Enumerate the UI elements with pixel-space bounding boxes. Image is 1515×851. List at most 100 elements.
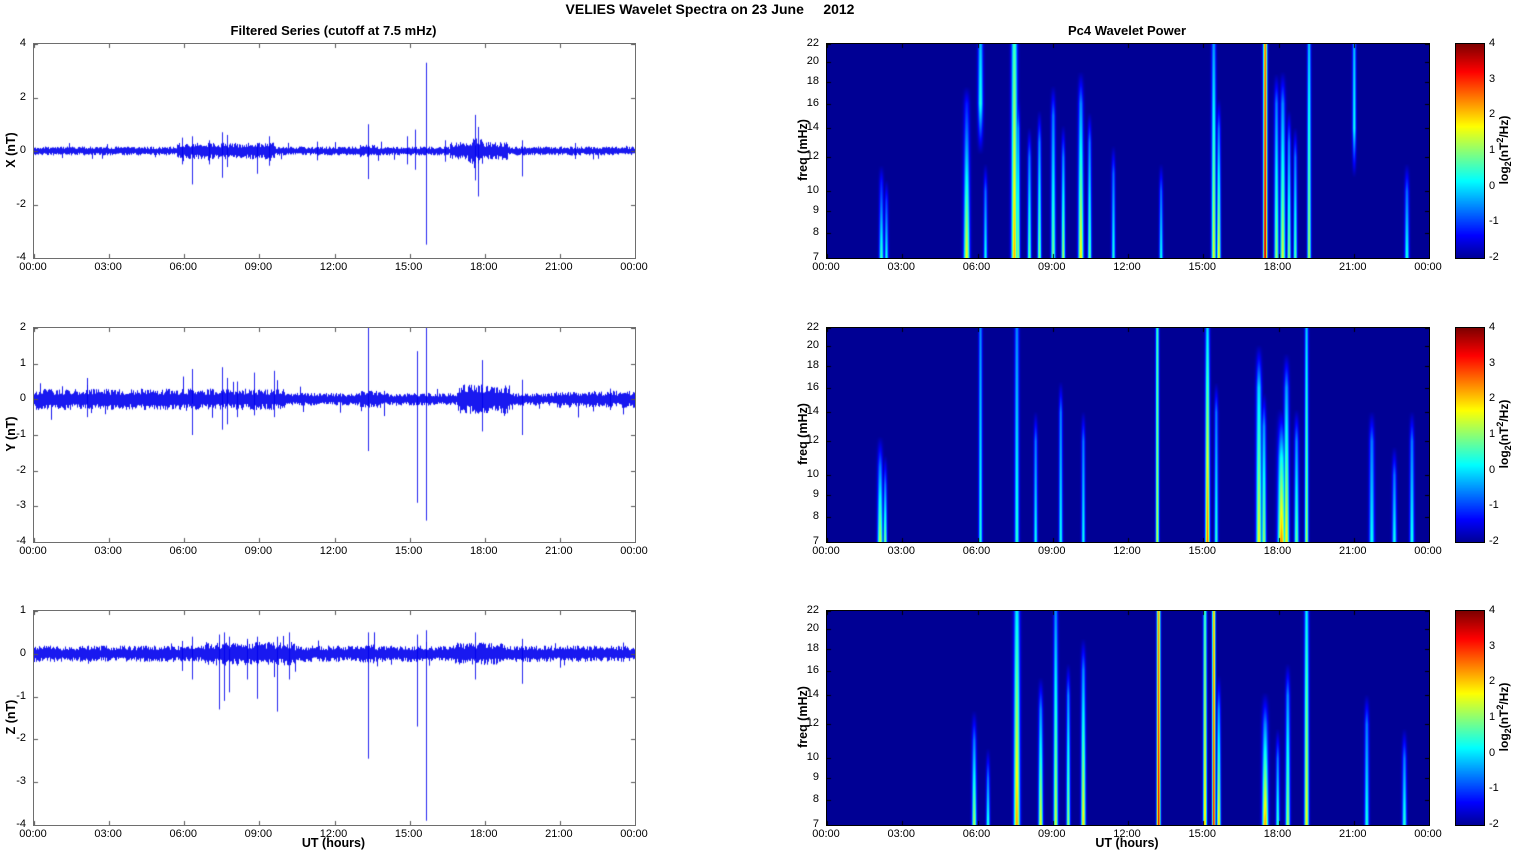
x-tick-label: 00:00 [620,828,648,840]
y-tick-label: 2 [19,90,26,103]
colorbar-tick-label: 3 [1489,639,1496,652]
freq-tick-label: 8 [812,226,819,239]
x-tick-label: 09:00 [244,828,273,840]
x-tick-label: 18:00 [1263,545,1292,557]
x-tick-label: 15:00 [394,261,423,273]
colorbar-tick-label: -1 [1489,499,1499,512]
y-tick-label: 4 [19,37,26,49]
colorbar-tick-label: 0 [1489,463,1496,476]
colorbar-tick-label: 2 [1489,675,1496,688]
freq-tick-label: 22 [806,604,819,616]
colorbar-tick-label: 3 [1489,356,1496,369]
x-tick-label: 09:00 [1037,545,1066,557]
y-tick-label: 2 [19,321,26,333]
x-tick-label: 09:00 [1037,261,1066,273]
spectrogram-z-canvas [827,611,1429,825]
x-tick-label: 00:00 [1414,261,1442,273]
y-tick-label: 0 [19,144,26,156]
x-tick-label: 06:00 [169,261,198,273]
x-tick-label: 12:00 [1113,261,1141,273]
colorbar-tick-label: -2 [1489,818,1499,830]
y-tick-label: -4 [16,818,26,830]
x-tick-label: 03:00 [94,545,122,557]
x-tick-label: 00:00 [620,545,648,557]
colorbar-tick-label: 2 [1489,392,1496,405]
colorbar-tick-label: 1 [1489,144,1496,156]
freq-tick-label: 9 [812,204,819,217]
freq-tick-label: 9 [812,771,819,784]
figure-title: VELIES Wavelet Spectra on 23 June 2012 [565,1,855,17]
colorbar-tick-label: -2 [1489,251,1499,263]
colorbar-label-3: log2(nT2/Hz) [1494,682,1514,752]
x-tick-label: 18:00 [1263,828,1292,840]
left-column-title: Filtered Series (cutoff at 7.5 mHz) [230,23,437,38]
colorbar-tick-label: 0 [1489,179,1496,192]
spectrogram-panel-x [826,43,1430,259]
freq-tick-label: 12 [806,434,819,447]
x-tick-label: 03:00 [887,261,916,273]
x-tick-label: 18:00 [1263,261,1292,273]
y-tick-label: -4 [16,535,26,547]
y-tick-label: 0 [19,392,26,405]
y-tick-label: -3 [16,499,26,512]
colorbar-z [1455,610,1485,826]
freq-tick-label: 14 [806,121,819,134]
timeseries-y-canvas [34,328,635,542]
colorbar-y-canvas [1456,328,1484,542]
colorbar-tick-label: 3 [1489,72,1496,85]
colorbar-tick-label: 4 [1489,604,1496,616]
wavelet-spectra-figure: VELIES Wavelet Spectra on 23 June 2012 F… [0,0,1515,851]
x-tick-label: 09:00 [244,261,273,273]
colorbar-tick-label: 1 [1489,711,1496,723]
x-tick-label: 12:00 [319,261,348,273]
colorbar-y [1455,327,1485,543]
y-tick-label: -2 [16,463,26,476]
freq-tick-label: 16 [806,663,819,676]
colorbar-z-canvas [1456,611,1484,825]
freq-tick-label: 18 [806,74,819,87]
x-tick-label: 12:00 [1113,828,1141,840]
spectrogram-x-canvas [827,44,1429,258]
right-column-title: Pc4 Wavelet Power [1067,23,1186,38]
y-tick-label: -4 [16,251,26,263]
timeseries-x-canvas [34,44,635,258]
x-tick-label: 00:00 [1414,828,1442,840]
timeseries-z-canvas [34,611,635,825]
x-tick-label: 06:00 [962,261,991,273]
spectrogram-panel-y [826,327,1430,543]
x-tick-label: 15:00 [1188,545,1217,557]
spectrogram-y-canvas [827,328,1429,542]
colorbar-label-2: log2(nT2/Hz) [1494,399,1514,469]
x-tick-label: 21:00 [545,828,573,840]
freq-tick-label: 7 [812,251,819,263]
freq-tick-label: 18 [806,358,819,371]
x-tick-label: 06:00 [962,545,991,557]
freq-tick-label: 12 [806,717,819,730]
x-tick-label: 12:00 [1113,545,1141,557]
x-tick-label: 09:00 [244,545,273,557]
freq-tick-label: 14 [806,688,819,701]
x-tick-label: 15:00 [394,828,423,840]
freq-tick-label: 22 [806,37,819,49]
y-axis-label-z: Z (nT) [4,699,18,735]
spectrogram-panel-z [826,610,1430,826]
y-tick-label: -1 [16,689,26,702]
y-axis-label-x: X (nT) [4,132,18,168]
colorbar-tick-label: -1 [1489,782,1499,795]
x-tick-label: 21:00 [545,545,573,557]
timeseries-panel-z [33,610,636,826]
timeseries-panel-x [33,43,636,259]
y-tick-label: 1 [19,604,26,616]
colorbar-tick-label: 4 [1489,321,1496,333]
y-tick-label: 1 [19,356,26,369]
freq-tick-label: 10 [806,468,819,481]
x-tick-label: 12:00 [319,545,348,557]
y-tick-label: -2 [16,197,26,210]
y-tick-label: -3 [16,775,26,788]
x-tick-label: 18:00 [469,828,498,840]
x-tick-label: 18:00 [469,545,498,557]
x-tick-label: 06:00 [169,828,198,840]
x-tick-label: 15:00 [1188,828,1217,840]
freq-tick-label: 14 [806,405,819,418]
x-tick-label: 15:00 [394,545,423,557]
